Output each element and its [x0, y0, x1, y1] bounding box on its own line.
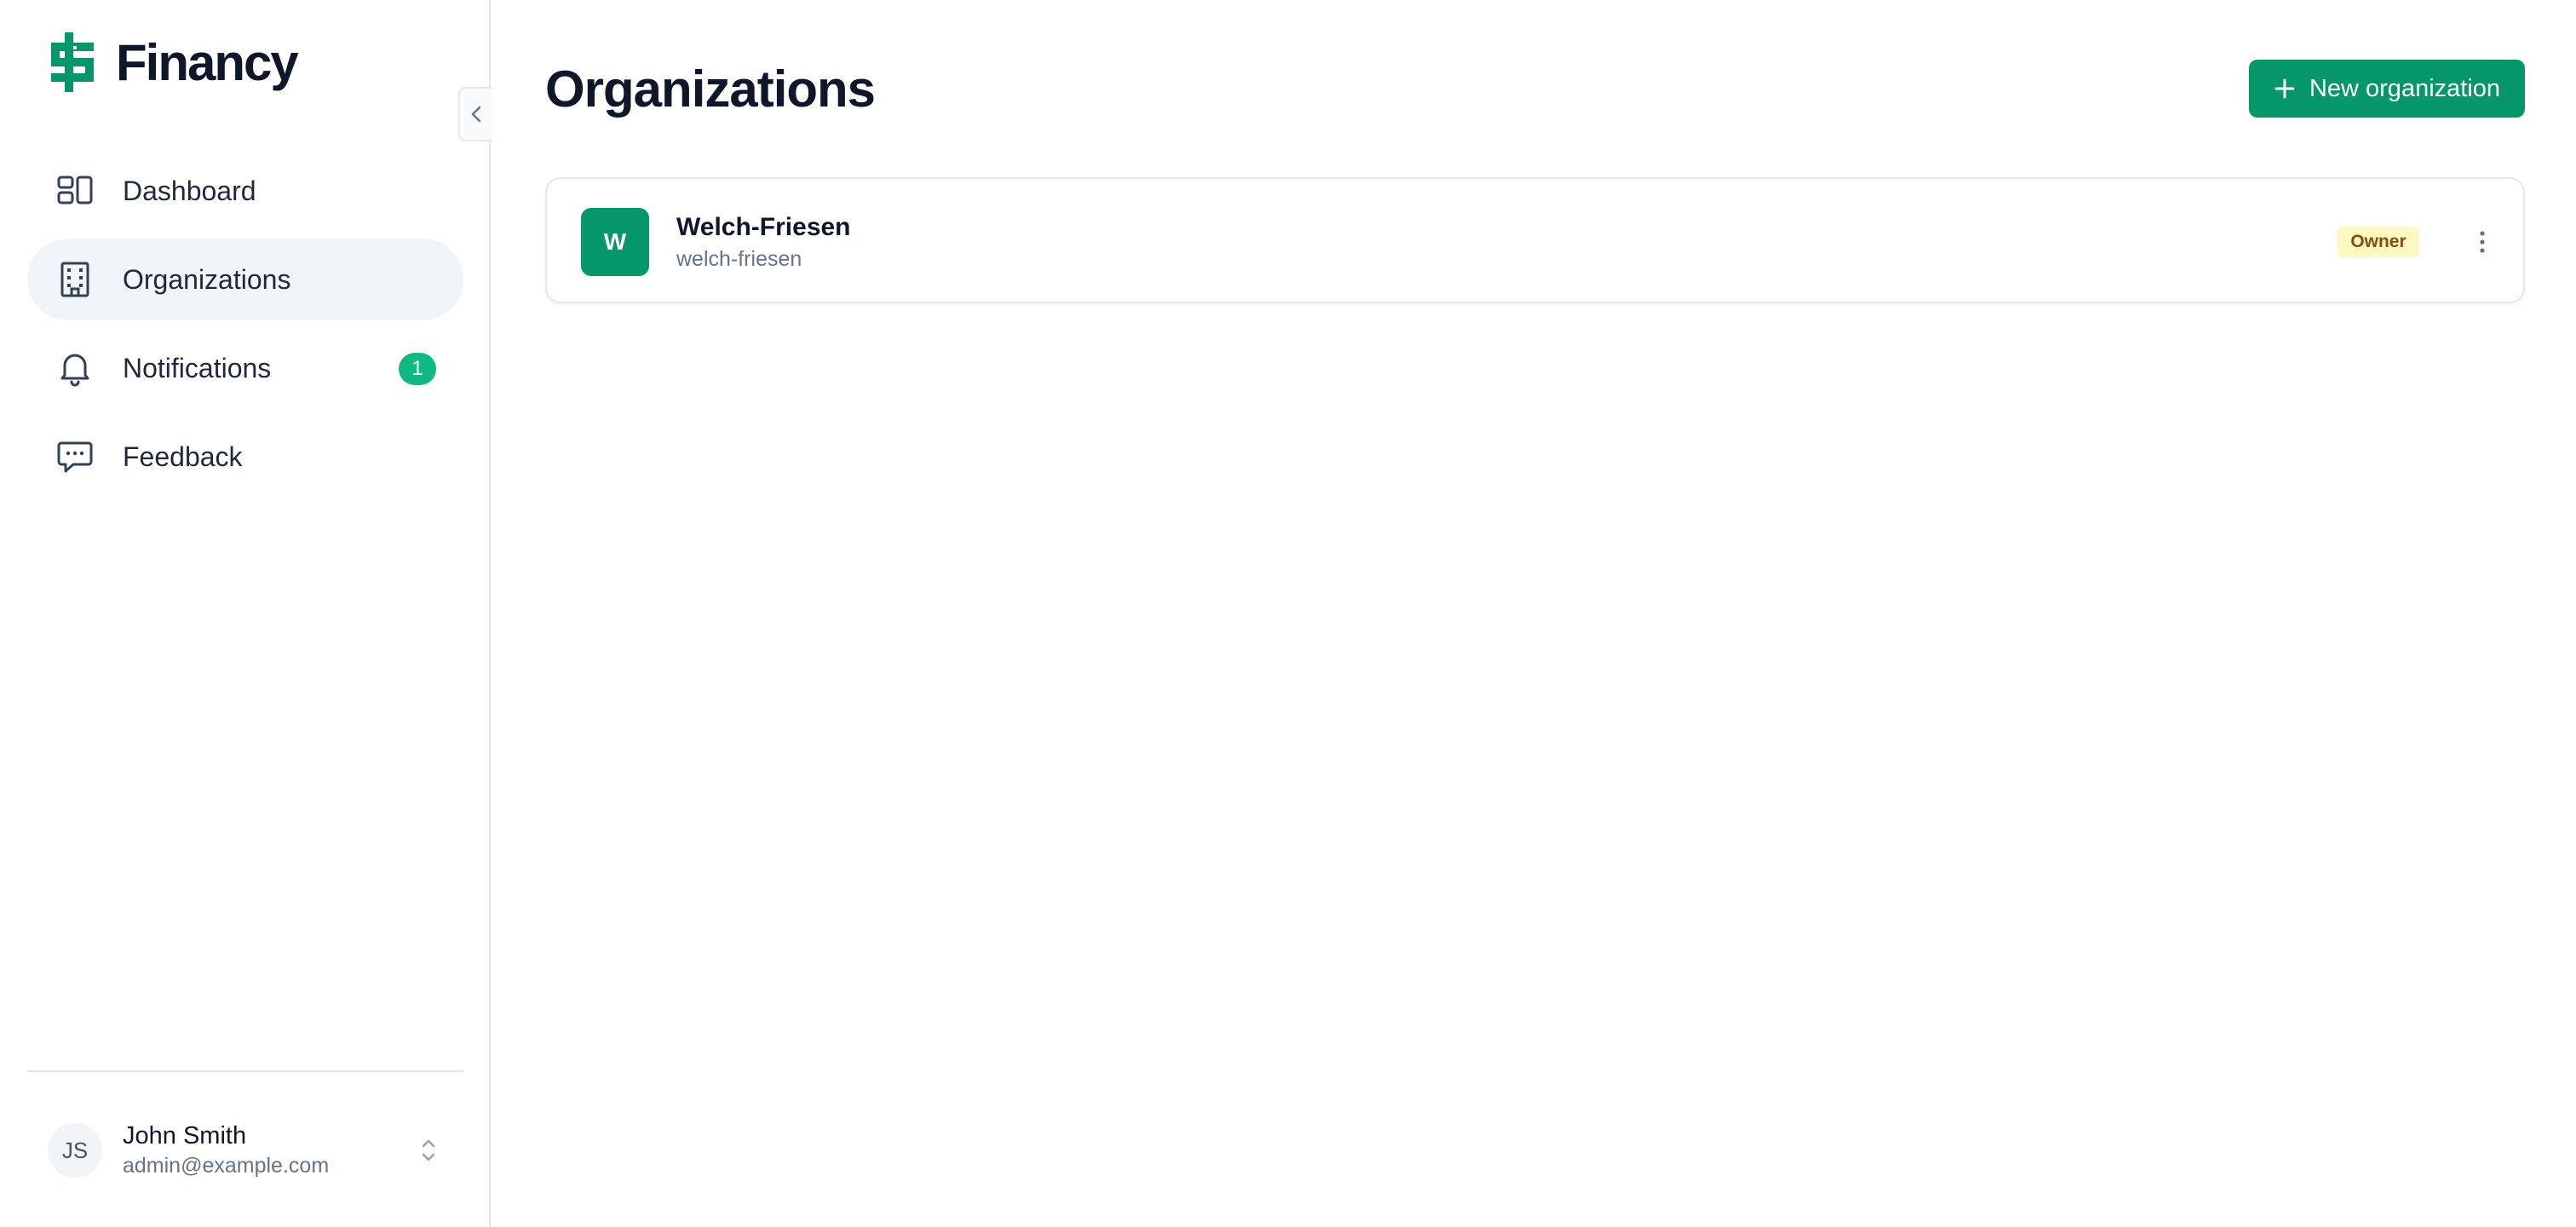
user-email: admin@example.com	[123, 1154, 330, 1178]
plus-icon	[2274, 78, 2295, 99]
sidebar-divider	[27, 1070, 463, 1072]
page-title: Organizations	[545, 60, 876, 118]
user-menu[interactable]: JS John Smith admin@example.com	[27, 1108, 463, 1193]
user-name: John Smith	[123, 1122, 247, 1149]
organization-menu-button[interactable]	[2464, 223, 2501, 261]
sidebar: Financy Dashboard Organizations Notifica…	[0, 0, 492, 1227]
new-organization-button[interactable]: New organization	[2249, 60, 2525, 118]
avatar: JS	[48, 1123, 102, 1178]
dollar-sign-icon	[51, 32, 94, 92]
building-icon	[60, 262, 89, 297]
sidebar-item-dashboard[interactable]: Dashboard	[27, 150, 463, 232]
notification-count-badge: 1	[399, 353, 436, 385]
role-badge: Owner	[2337, 227, 2419, 257]
more-vertical-icon	[2480, 231, 2485, 253]
sidebar-item-feedback[interactable]: Feedback	[27, 416, 463, 498]
organization-card[interactable]: W Welch-Friesen welch-friesen Owner	[545, 177, 2525, 303]
organization-name: Welch-Friesen	[676, 213, 851, 241]
sidebar-item-label: Notifications	[123, 352, 272, 383]
message-icon	[57, 441, 93, 473]
sidebar-item-label: Feedback	[123, 441, 243, 472]
bell-icon	[60, 354, 89, 387]
organization-avatar: W	[581, 208, 649, 276]
sidebar-item-notifications[interactable]: Notifications 1	[27, 327, 463, 409]
collapse-sidebar-button[interactable]	[458, 87, 492, 141]
brand[interactable]: Financy	[49, 31, 299, 94]
sidebar-item-organizations[interactable]: Organizations	[27, 239, 463, 320]
new-organization-label: New organization	[2309, 74, 2501, 102]
chevrons-up-down-icon	[422, 1139, 435, 1161]
chevron-left-icon	[471, 106, 481, 123]
sidebar-item-label: Organizations	[123, 263, 291, 295]
app: Financy Dashboard Organizations Notifica…	[0, 0, 2576, 1227]
main-content: Organizations New organization W Welch-F…	[492, 0, 2576, 1227]
dashboard-icon	[57, 176, 93, 204]
sidebar-nav: Dashboard Organizations Notifications 1 …	[27, 150, 463, 504]
sidebar-item-label: Dashboard	[123, 175, 256, 206]
app-name: Financy	[116, 33, 299, 91]
user-info: John Smith admin@example.com	[123, 1120, 329, 1180]
organization-slug: welch-friesen	[676, 247, 802, 271]
